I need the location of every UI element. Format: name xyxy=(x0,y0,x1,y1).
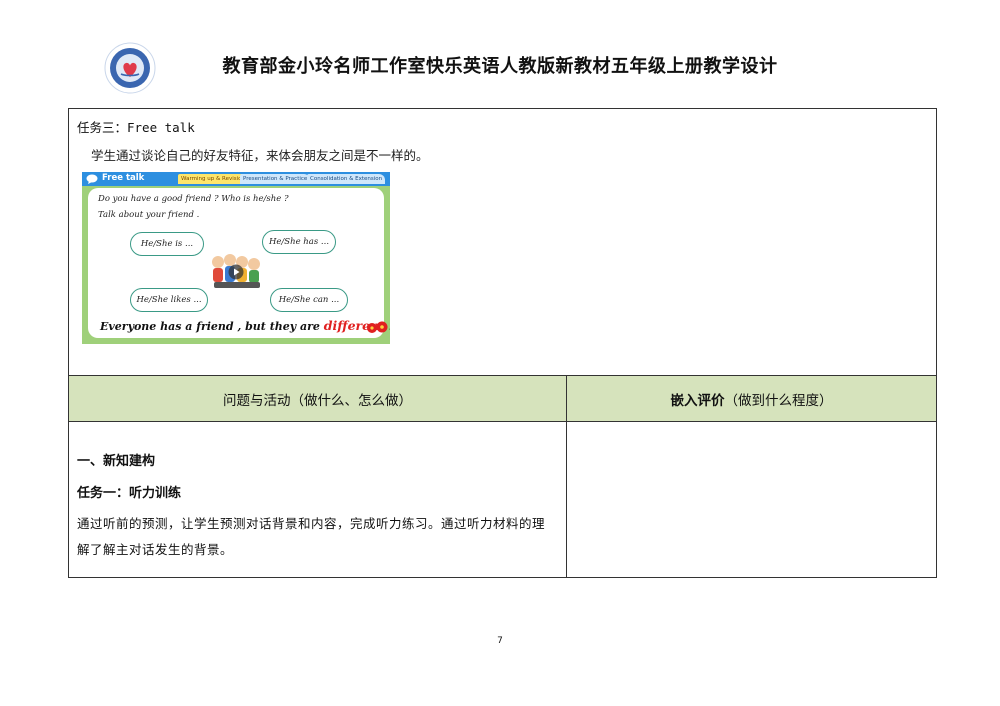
table-row: 一、新知建构 任务一：听力训练 通过听前的预测，让学生预测对话背景和内容，完成听… xyxy=(68,421,938,578)
speech-bubble: He/She likes ... xyxy=(130,288,208,312)
activities-content-cell: 一、新知建构 任务一：听力训练 通过听前的预测，让学生预测对话背景和内容，完成听… xyxy=(68,421,567,578)
speech-bubble: He/She can ... xyxy=(270,288,348,312)
header-cell-activities: 问题与活动（做什么、怎么做） xyxy=(68,375,567,422)
slide-question-1: Do you have a good friend ? Who is he/sh… xyxy=(98,194,289,204)
free-talk-slide: Free talk Warming up & Revision Presenta… xyxy=(82,172,390,344)
slide-footer-sentence: Everyone has a friend , but they are dif… xyxy=(100,318,390,333)
slide-title: Free talk xyxy=(102,173,145,183)
play-icon[interactable] xyxy=(228,264,244,280)
lesson-plan-table: 任务三：Free talk 学生通过谈论自己的好友特征，来体会朋友之间是不一样的… xyxy=(67,108,938,578)
slide-tab-consolidation: Consolidation & Extension xyxy=(307,174,386,184)
header-activities-note: （做什么、怎么做） xyxy=(290,392,413,409)
section-title: 一、新知建构 xyxy=(77,454,156,469)
table-row: 问题与活动（做什么、怎么做） 嵌入评价（做到什么程度） xyxy=(68,375,938,422)
speech-bubble: He/She is ... xyxy=(130,232,204,256)
header-evaluation-note: （做到什么程度） xyxy=(724,392,833,409)
header-evaluation-label: 嵌入评价 xyxy=(670,392,725,409)
slide-tab-presentation: Presentation & Practice xyxy=(240,174,311,184)
task3-cell: 任务三：Free talk 学生通过谈论自己的好友特征，来体会朋友之间是不一样的… xyxy=(67,108,938,376)
speech-bubble: He/She has ... xyxy=(262,230,336,254)
task1-title: 任务一：听力训练 xyxy=(77,486,182,501)
page-title: 教育部金小玲名师工作室快乐英语人教版新教材五年级上册教学设计 xyxy=(222,56,778,77)
task3-description: 学生通过谈论自己的好友特征，来体会朋友之间是不一样的。 xyxy=(91,148,429,163)
slide-content-panel: Do you have a good friend ? Who is he/sh… xyxy=(88,188,390,338)
header-activities-label: 问题与活动 xyxy=(223,392,291,409)
task3-title: 任务三：Free talk xyxy=(77,120,195,135)
task1-body: 通过听前的预测，让学生预测对话背景和内容，完成听力练习。通过听力材料的理解了解主… xyxy=(77,516,546,557)
footer-main-text: Everyone has a friend , but they are xyxy=(100,320,324,333)
slide-question-2: Talk about your friend . xyxy=(98,210,200,220)
evaluation-content-cell xyxy=(565,421,938,578)
flower-decoration-icon xyxy=(367,321,388,333)
page-number: 7 xyxy=(497,636,503,646)
speech-icon xyxy=(86,174,98,184)
slide-tab-warming-up: Warming up & Revision xyxy=(178,174,248,184)
table-row: 任务三：Free talk 学生通过谈论自己的好友特征，来体会朋友之间是不一样的… xyxy=(67,108,938,376)
studio-logo-icon xyxy=(104,42,156,94)
header-cell-evaluation: 嵌入评价（做到什么程度） xyxy=(565,375,938,422)
